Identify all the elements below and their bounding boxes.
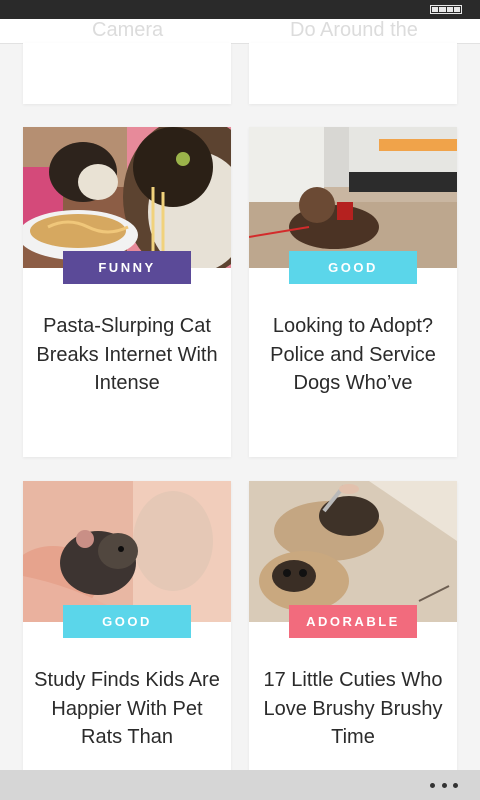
partial-card-title-right: Do Around the: [290, 19, 418, 41]
partial-cards-top: Camera Do Around the: [0, 19, 480, 44]
article-card[interactable]: FUNNY Pasta-Slurping Cat Breaks Internet…: [23, 127, 231, 457]
category-badge[interactable]: GOOD: [289, 251, 417, 284]
article-card[interactable]: ADORABLE 17 Little Cuties Who Love Brush…: [249, 481, 457, 781]
article-card[interactable]: GOOD Study Finds Kids Are Happier With P…: [23, 481, 231, 781]
status-bar: [0, 0, 480, 19]
article-title[interactable]: Study Finds Kids Are Happier With Pet Ra…: [33, 666, 221, 752]
app-bar: [0, 770, 480, 800]
article-image-cat-pasta[interactable]: [23, 127, 231, 268]
battery-icon: [430, 5, 462, 14]
article-image-pet-rat[interactable]: [23, 481, 231, 622]
partial-card-right[interactable]: [249, 43, 457, 104]
category-badge[interactable]: FUNNY: [63, 251, 191, 284]
partial-card-title-left: Camera: [92, 19, 164, 41]
category-badge[interactable]: ADORABLE: [289, 605, 417, 638]
partial-card-left[interactable]: [23, 43, 231, 104]
article-image-brushed-pugs[interactable]: [249, 481, 457, 622]
category-badge[interactable]: GOOD: [63, 605, 191, 638]
article-image-police-dog[interactable]: [249, 127, 457, 268]
article-title[interactable]: Looking to Adopt? Police and Service Dog…: [259, 312, 447, 398]
more-horizontal-icon[interactable]: [430, 783, 458, 788]
article-title[interactable]: Pasta-Slurping Cat Breaks Internet With …: [33, 312, 221, 398]
article-card[interactable]: GOOD Looking to Adopt? Police and Servic…: [249, 127, 457, 457]
article-title[interactable]: 17 Little Cuties Who Love Brushy Brushy …: [259, 666, 447, 752]
